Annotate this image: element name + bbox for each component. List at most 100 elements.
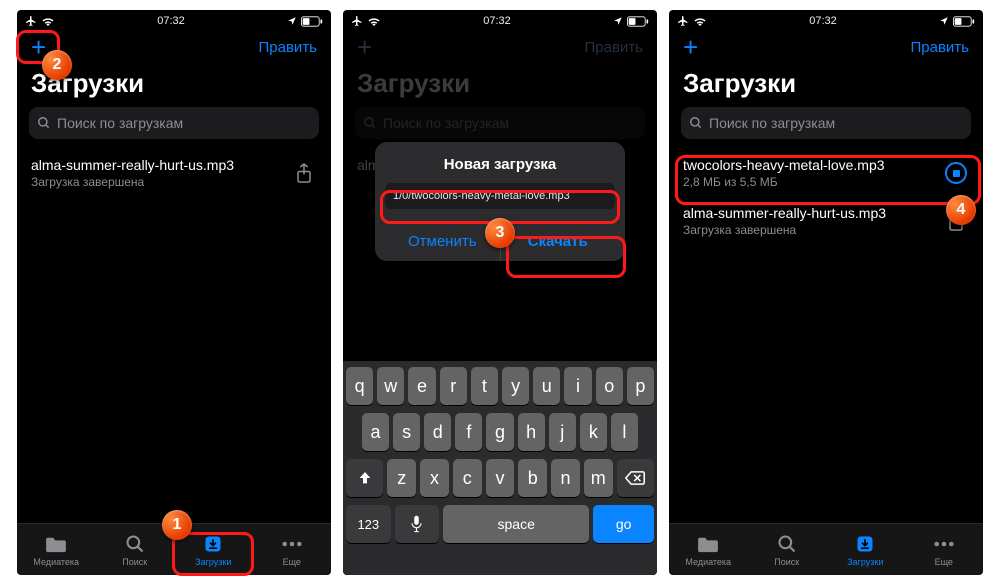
tab-bar: Медиатека Поиск Загрузки Еще [669,523,983,575]
numbers-key[interactable]: 123 [346,505,391,543]
status-time: 07:32 [809,15,837,27]
battery-icon [953,16,975,27]
screen-2: 07:32 + Править Загрузки Поиск по загруз… [343,10,657,575]
download-item[interactable]: alma-summer-really-hurt-us.mp3 Загрузка … [681,197,971,245]
key-x[interactable]: x [420,459,449,497]
key-m[interactable]: m [584,459,613,497]
key-n[interactable]: n [551,459,580,497]
share-button[interactable] [943,208,969,234]
key-w[interactable]: w [377,367,404,405]
shift-icon [357,470,373,486]
key-u[interactable]: u [533,367,560,405]
search-placeholder: Поиск по загрузкам [57,115,183,131]
cancel-button[interactable]: Отменить [385,222,501,261]
key-t[interactable]: t [471,367,498,405]
more-icon [281,541,303,547]
nav-bar: + Править [343,30,657,64]
location-icon [613,16,623,26]
key-k[interactable]: k [580,413,607,451]
key-c[interactable]: c [453,459,482,497]
key-q[interactable]: q [346,367,373,405]
key-j[interactable]: j [549,413,576,451]
location-icon [939,16,949,26]
search-input[interactable]: Поиск по загрузкам [29,107,319,139]
edit-button[interactable]: Править [259,39,318,56]
key-f[interactable]: f [455,413,482,451]
stop-button[interactable] [943,160,969,186]
key-i[interactable]: i [564,367,591,405]
go-key[interactable]: go [593,505,654,543]
search-input[interactable]: Поиск по загрузкам [681,107,971,139]
modal-title: Новая загрузка [385,156,615,173]
add-button[interactable]: + [31,34,46,60]
share-icon [947,210,965,232]
new-download-modal: Новая загрузка 1/0/twocolors-heavy-metal… [375,142,625,261]
download-icon [855,534,875,554]
file-name: alma-summer-really-hurt-us.mp3 [683,205,935,221]
page-title: Загрузки [17,64,331,107]
key-r[interactable]: r [440,367,467,405]
backspace-icon [625,471,645,485]
file-name: twocolors-heavy-metal-love.mp3 [683,157,935,173]
keyboard-row-3: zxcvbnm [346,459,654,497]
key-p[interactable]: p [627,367,654,405]
download-item-progress[interactable]: twocolors-heavy-metal-love.mp3 2,8 МБ из… [681,149,971,197]
keyboard-row-4: 123 space go [346,505,654,543]
key-y[interactable]: y [502,367,529,405]
more-icon [933,541,955,547]
status-bar: 07:32 [17,10,331,30]
search-icon [689,116,703,130]
key-a[interactable]: a [362,413,389,451]
wifi-icon [367,16,381,26]
key-h[interactable]: h [518,413,545,451]
url-input[interactable]: 1/0/twocolors-heavy-metal-love.mp3 [385,183,615,209]
edit-button[interactable]: Править [585,39,644,56]
shift-key[interactable] [346,459,383,497]
key-d[interactable]: d [424,413,451,451]
tab-more[interactable]: Еще [905,524,984,575]
tab-bar: Медиатека Поиск Загрузки Еще [17,523,331,575]
add-button[interactable]: + [683,34,698,60]
search-icon [125,534,145,554]
tab-search[interactable]: Поиск [96,524,175,575]
key-e[interactable]: e [408,367,435,405]
tab-downloads[interactable]: Загрузки [174,524,253,575]
page-title: Загрузки [669,64,983,107]
add-button[interactable]: + [357,34,372,60]
key-z[interactable]: z [387,459,416,497]
airplane-icon [25,15,37,27]
tab-more[interactable]: Еще [253,524,332,575]
file-status: Загрузка завершена [683,223,935,237]
status-time: 07:32 [483,15,511,27]
file-name: alma-summer-really-hurt-us.mp3 [31,157,283,173]
file-status: Загрузка завершена [31,175,283,189]
airplane-icon [351,15,363,27]
location-icon [287,16,297,26]
tab-library[interactable]: Медиатека [17,524,96,575]
keyboard-row-2: asdfghjkl [346,413,654,451]
tab-library[interactable]: Медиатека [669,524,748,575]
download-item[interactable]: alma-summer-really-hurt-us.mp3 Загрузка … [29,149,319,197]
battery-icon [627,16,649,27]
edit-button[interactable]: Править [911,39,970,56]
key-b[interactable]: b [518,459,547,497]
download-icon [203,534,223,554]
screen-1: 07:32 + Править Загрузки Поиск по загруз… [17,10,331,575]
mic-key[interactable] [395,505,440,543]
key-o[interactable]: o [596,367,623,405]
key-l[interactable]: l [611,413,638,451]
backspace-key[interactable] [617,459,654,497]
download-button[interactable]: Скачать [501,222,616,261]
wifi-icon [693,16,707,26]
key-v[interactable]: v [486,459,515,497]
status-bar: 07:32 [343,10,657,30]
mic-icon [410,515,423,533]
key-g[interactable]: g [486,413,513,451]
share-icon [295,162,313,184]
key-s[interactable]: s [393,413,420,451]
status-bar: 07:32 [669,10,983,30]
share-button[interactable] [291,160,317,186]
tab-downloads[interactable]: Загрузки [826,524,905,575]
tab-search[interactable]: Поиск [748,524,827,575]
space-key[interactable]: space [443,505,589,543]
